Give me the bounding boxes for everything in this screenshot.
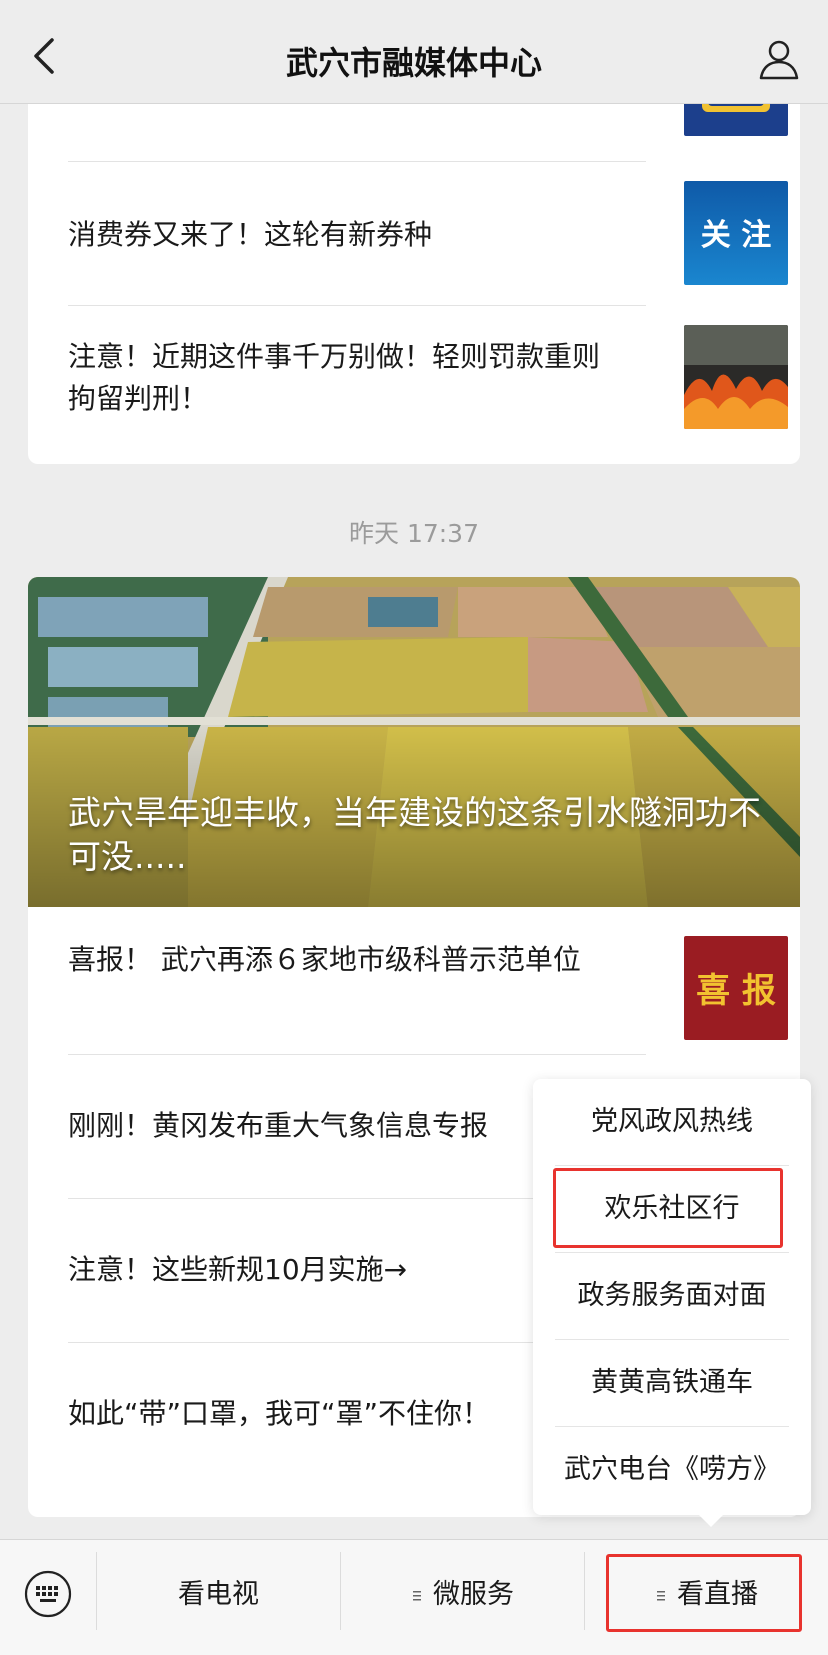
submenu-item-high-speed-rail[interactable]: 黄黄高铁通车 xyxy=(533,1340,811,1426)
top-bar: 武穴市融媒体中心 xyxy=(0,0,828,104)
menu-services-label: 微服务 xyxy=(433,1579,514,1610)
menu-tv-button[interactable]: 看电视 xyxy=(97,1540,340,1655)
article-item[interactable]: 喜报！ 武穴再添６家地市级科普示范单位 喜 报 xyxy=(68,907,788,1054)
page-title: 武穴市融媒体中心 xyxy=(285,44,542,82)
article-item[interactable]: 消费券又来了！这轮有新券种 关 注 xyxy=(68,162,788,305)
menu-tv-label: 看电视 xyxy=(178,1579,259,1610)
article-item[interactable]: 注意！近期这件事千万别做！轻则罚款重则拘留判刑！ xyxy=(68,306,788,464)
article-thumbnail: 关 注 xyxy=(684,181,788,285)
article-card: 消费券又来了！这轮有新券种 关 注 注意！近期这件事千万别做！轻则罚款重则拘留判… xyxy=(28,104,800,464)
highlight-box xyxy=(606,1554,802,1632)
article-title: 如此“带”口罩，我可“罩”不住你！ xyxy=(68,1397,491,1430)
article-thumbnail: 喜 报 xyxy=(684,936,788,1040)
thumbnail-label: 喜 报 xyxy=(696,971,776,1011)
article-title: 喜报！ 武穴再添６家地市级科普示范单位 xyxy=(68,943,581,976)
submenu-item-hotline[interactable]: 党风政风热线 xyxy=(533,1079,811,1165)
featured-title: 武穴旱年迎丰收，当年建设的这条引水隧洞功不可没..... xyxy=(68,793,761,876)
submenu-item-radio[interactable]: 武穴电台《唠方》 xyxy=(533,1427,811,1513)
profile-icon[interactable] xyxy=(758,38,800,80)
article-thumbnail xyxy=(684,325,788,429)
article-title: 注意！近期这件事千万别做！轻则罚款重则拘留判刑！ xyxy=(68,340,601,415)
submenu-item-government-services[interactable]: 政务服务面对面 xyxy=(533,1253,811,1339)
article-title: 消费券又来了！这轮有新券种 xyxy=(68,218,433,251)
article-title: 刚刚！黄冈发布重大气象信息专报 xyxy=(68,1109,489,1142)
live-submenu: 党风政风热线 欢乐社区行 政务服务面对面 黄黄高铁通车 武穴电台《唠方》 xyxy=(533,1079,811,1527)
keyboard-icon[interactable] xyxy=(24,1570,72,1618)
menu-services-button[interactable]: 微服务 xyxy=(341,1540,584,1655)
submenu-lines-icon xyxy=(413,1590,421,1600)
article-title: 注意！这些新规10月实施→ xyxy=(68,1253,408,1286)
featured-article[interactable]: 武穴旱年迎丰收，当年建设的这条引水隧洞功不可没..... xyxy=(28,577,800,907)
thumbnail-label: 关 注 xyxy=(701,218,771,253)
article-thumbnail xyxy=(684,104,788,136)
popup-pointer xyxy=(699,1515,723,1527)
highlight-box xyxy=(553,1168,783,1248)
timestamp: 昨天 17:37 xyxy=(349,519,479,548)
